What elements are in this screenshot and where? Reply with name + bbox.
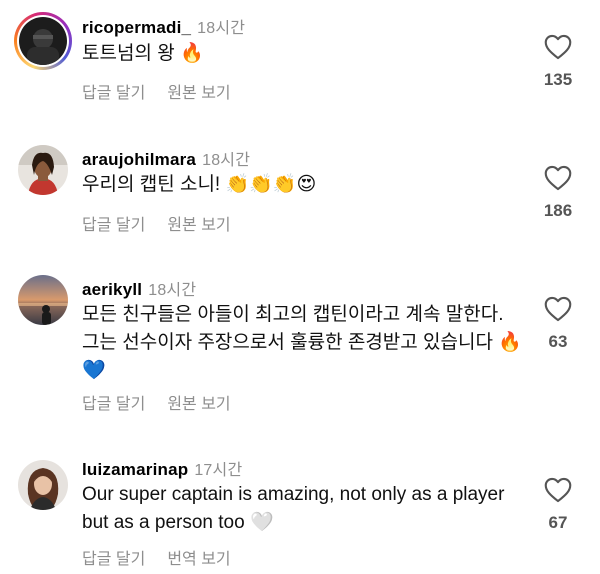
comment-username[interactable]: ricopermadi_ 18시간: [82, 14, 245, 38]
username-text[interactable]: luizamarinap: [82, 460, 188, 479]
like-control: 135: [540, 34, 576, 90]
comment-text: Our super captain is amazing, not only a…: [82, 484, 505, 533]
heart-outline-icon[interactable]: [544, 477, 572, 503]
see-original-button[interactable]: 원본 보기: [167, 396, 230, 413]
comment-item: ricopermadi_ 18시간 토트넘의 왕 🔥 답글 달기 원본 보기 135: [0, 0, 600, 125]
story-ring[interactable]: [14, 12, 72, 70]
avatar[interactable]: [19, 17, 67, 65]
username-text[interactable]: aerikyll: [82, 280, 142, 299]
avatar[interactable]: [18, 145, 68, 195]
comment-item: luizamarinap 17시간 Our super captain is am…: [0, 440, 600, 574]
comment-username[interactable]: luizamarinap 17시간: [82, 456, 242, 480]
comment-text: 모든 친구들은 아들이 최고의 캡틴이라고 계속 말한다. 그는 선수이자 주장…: [82, 304, 522, 381]
like-control: 186: [540, 165, 576, 221]
comment-item: aerikyll 18시간 모든 친구들은 아들이 최고의 캡틴이라고 계속 말한…: [0, 260, 600, 440]
reply-button[interactable]: 답글 달기: [82, 217, 145, 234]
comment-username[interactable]: araujohilmara 18시간: [82, 146, 250, 170]
heart-outline-icon[interactable]: [544, 165, 572, 191]
like-control: 67: [540, 477, 576, 533]
reply-button[interactable]: 답글 달기: [82, 551, 145, 568]
see-translation-button[interactable]: 번역 보기: [167, 551, 230, 568]
see-original-button[interactable]: 원본 보기: [167, 217, 230, 234]
comment-timestamp: 18시간: [202, 152, 251, 169]
comment-item: araujohilmara 18시간 우리의 캡틴 소니! 👏👏👏😍 답글 달기 원…: [0, 125, 600, 260]
comment-actions: 답글 달기 번역 보기: [82, 545, 231, 569]
like-control: 63: [540, 296, 576, 352]
comment-username[interactable]: aerikyll 18시간: [82, 276, 196, 300]
like-count: 63: [548, 332, 568, 351]
heart-outline-icon[interactable]: [544, 34, 572, 60]
comment-actions: 답글 달기 원본 보기: [82, 211, 231, 235]
avatar[interactable]: [18, 460, 68, 510]
reply-button[interactable]: 답글 달기: [82, 396, 145, 413]
like-count: 186: [543, 201, 573, 220]
comment-timestamp: 18시간: [148, 282, 197, 299]
comment-text: 토트넘의 왕 🔥: [82, 43, 204, 64]
like-count: 135: [543, 70, 573, 89]
heart-outline-icon[interactable]: [544, 296, 572, 322]
comment-actions: 답글 달기 원본 보기: [82, 390, 231, 414]
username-text[interactable]: ricopermadi_: [82, 18, 191, 37]
comment-timestamp: 17시간: [194, 462, 243, 479]
username-text[interactable]: araujohilmara: [82, 150, 196, 169]
see-original-button[interactable]: 원본 보기: [167, 85, 230, 102]
avatar[interactable]: [18, 275, 68, 325]
like-count: 67: [548, 513, 568, 532]
comment-actions: 답글 달기 원본 보기: [82, 79, 231, 103]
comment-text: 우리의 캡틴 소니! 👏👏👏😍: [82, 174, 317, 195]
comment-timestamp: 18시간: [197, 20, 246, 37]
reply-button[interactable]: 답글 달기: [82, 85, 145, 102]
